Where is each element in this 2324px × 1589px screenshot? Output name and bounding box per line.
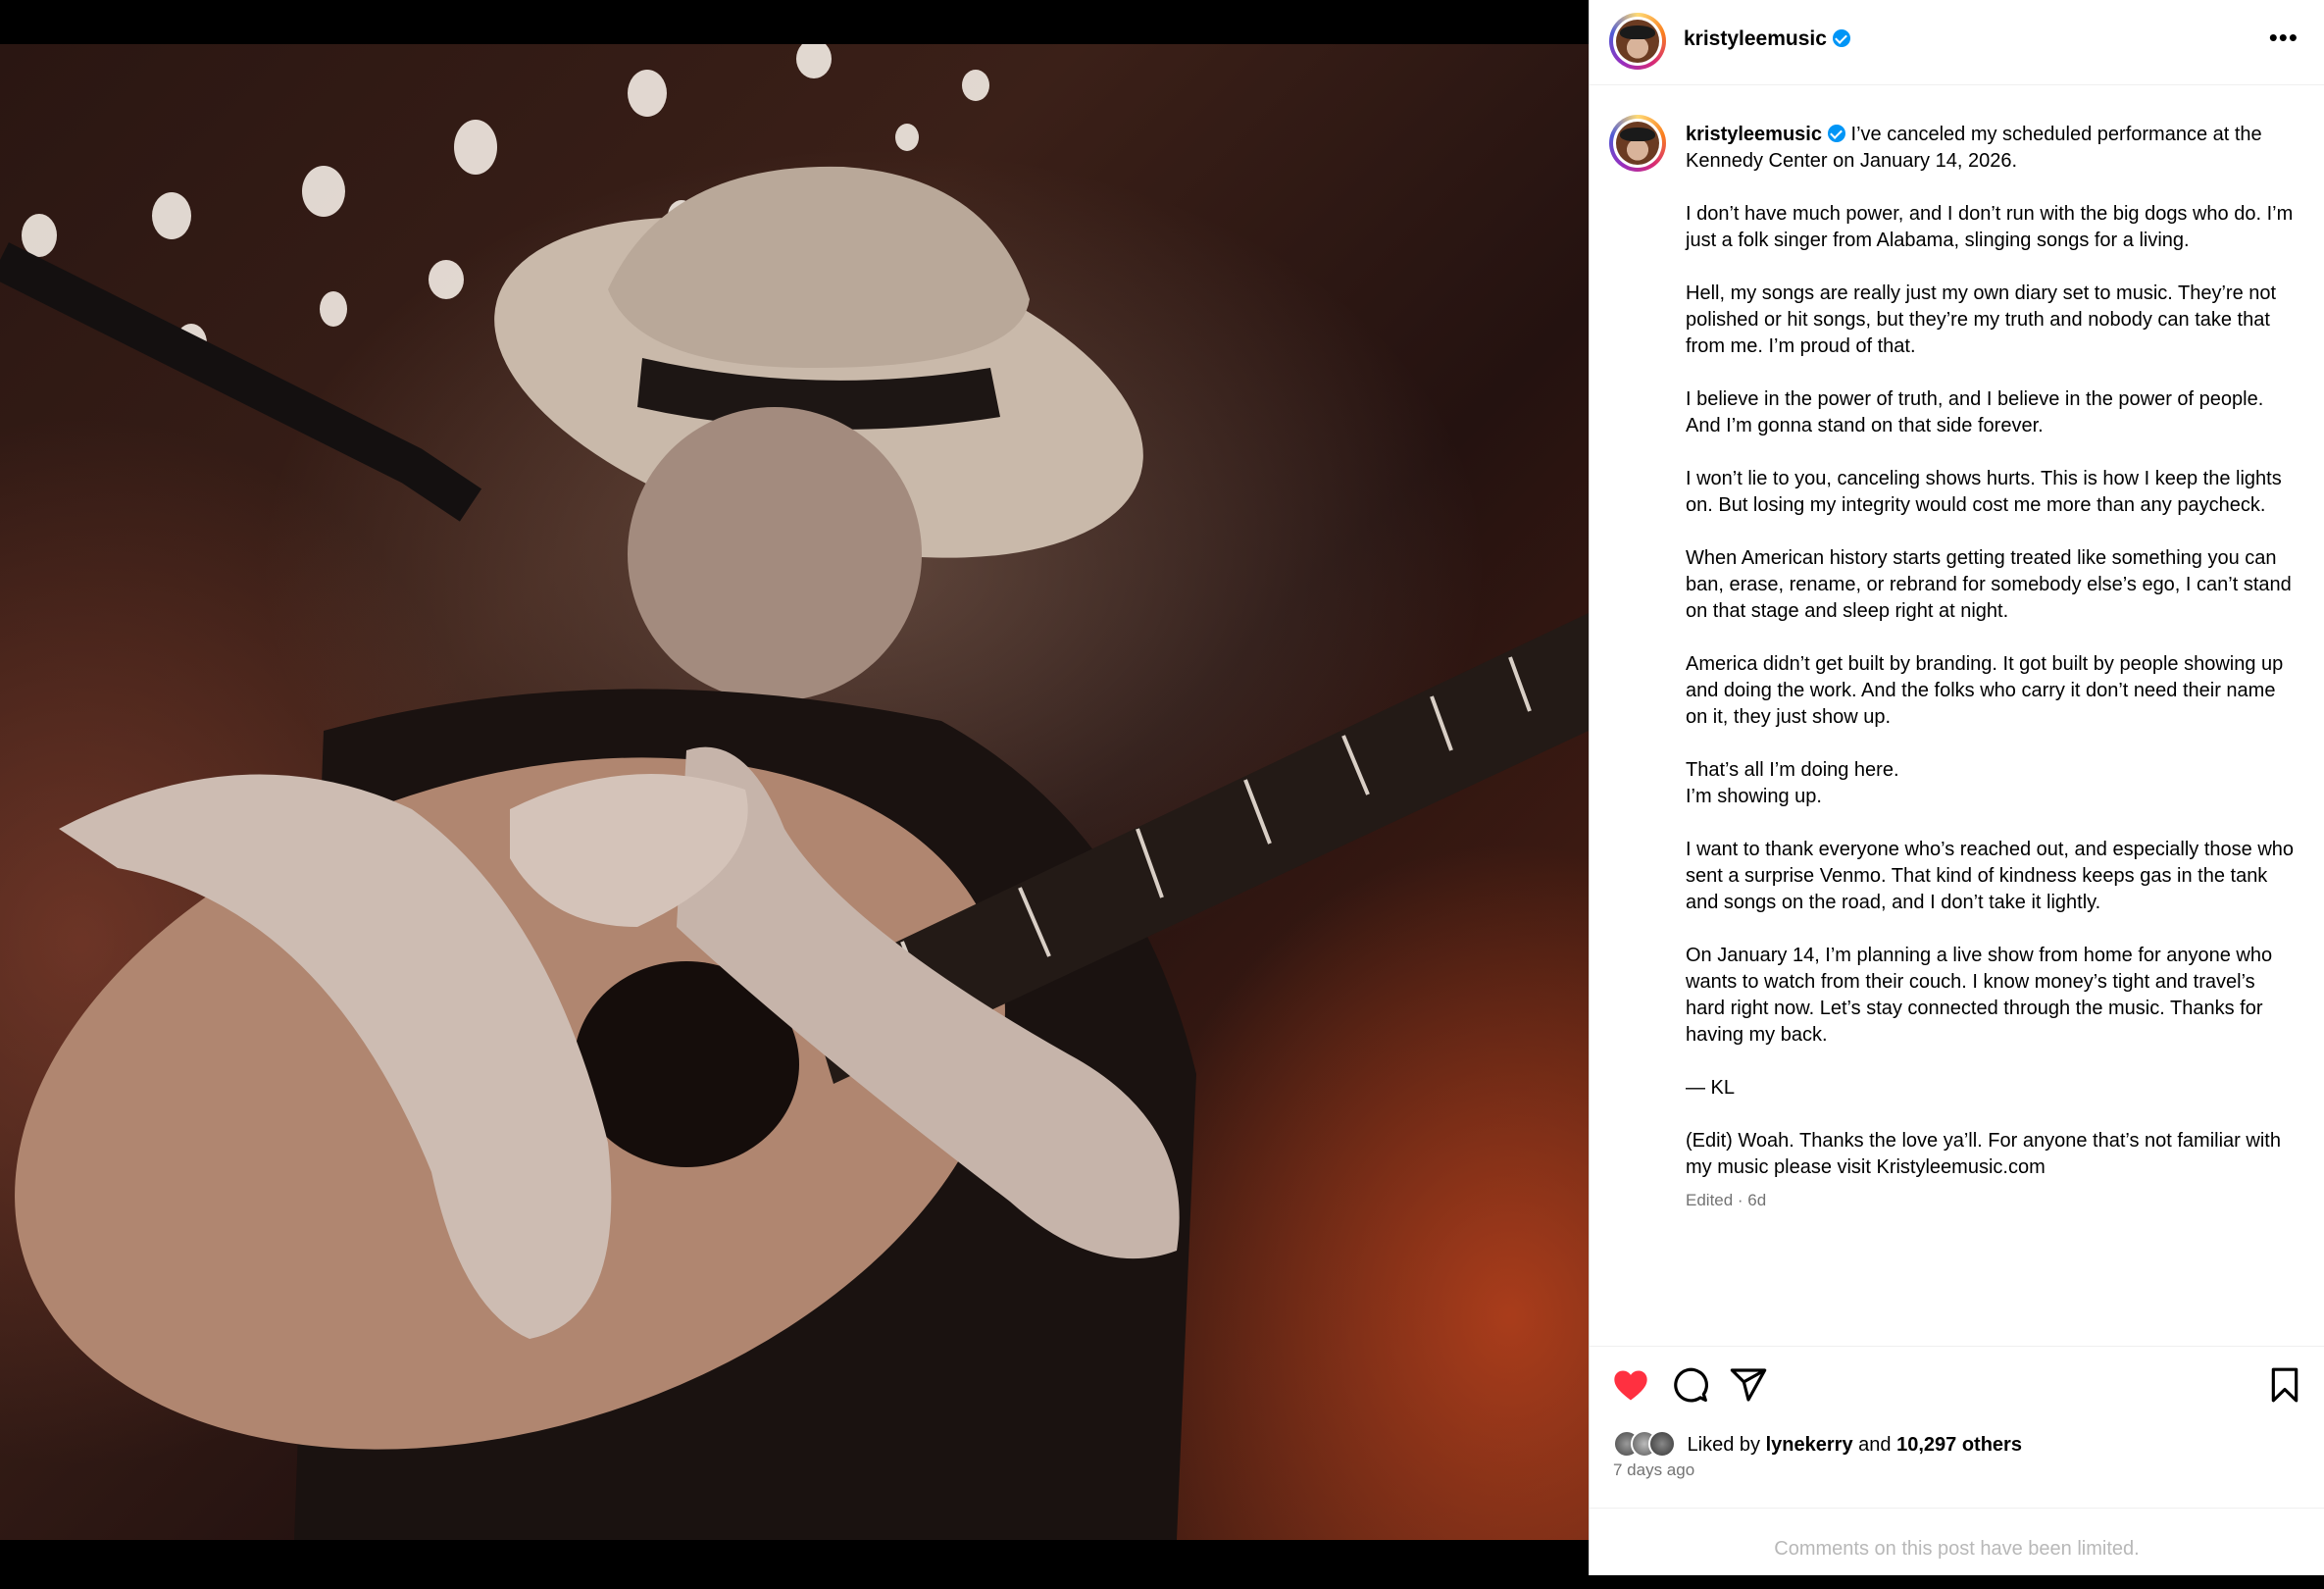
comment-icon[interactable] [1670,1365,1709,1405]
caption-paragraph: (Edit) Woah. Thanks the love ya’ll. For … [1686,1130,2281,1178]
post-actions: Liked by lynekerry and 10,297 others 7 d… [1590,1346,2324,1509]
more-options-icon[interactable]: ••• [2269,25,2299,50]
liker-avatar [1648,1430,1676,1458]
post-header: kristyleemusic ••• [1590,0,2324,85]
post-photo[interactable] [0,44,1589,1540]
caption-paragraph: I believe in the power of truth, and I b… [1686,388,2264,436]
verified-badge-icon [1827,125,1845,142]
post-side-panel: kristyleemusic ••• kristyleemusic I’ve c… [1589,0,2324,1575]
caption-paragraph: On January 14, I’m planning a live show … [1686,945,2273,1046]
caption-paragraph: — KL [1686,1077,1736,1099]
caption-username[interactable]: kristyleemusic [1686,124,1822,145]
post-caption: kristyleemusic I’ve canceled my schedule… [1686,122,2299,1213]
caption-paragraph: When American history starts getting tre… [1686,547,2292,622]
caption-paragraph: America didn’t get built by branding. It… [1686,653,2284,728]
post-date[interactable]: 7 days ago [1613,1461,1694,1480]
caption-paragraph: I want to thank everyone who’s reached o… [1686,839,2295,913]
comments-limited-notice: Comments on this post have been limited. [1590,1508,2324,1576]
caption-area: kristyleemusic I’ve canceled my schedule… [1590,85,2324,1345]
caption-author-avatar[interactable] [1609,115,1666,172]
caption-paragraph: I won’t lie to you, canceling shows hurt… [1686,468,2282,516]
caption-paragraph: Hell, my songs are really just my own di… [1686,282,2277,357]
liker-username[interactable]: lynekerry [1766,1434,1853,1456]
author-avatar[interactable] [1609,13,1666,70]
caption-paragraph: That’s all I’m doing here. I’m showing u… [1686,759,1899,807]
author-username[interactable]: kristyleemusic [1684,27,1850,51]
likes-summary[interactable]: Liked by lynekerry and 10,297 others [1613,1430,2022,1458]
share-icon[interactable] [1729,1365,1768,1405]
caption-meta[interactable]: Edited · 6d [1686,1187,2299,1213]
verified-badge-icon [1832,29,1850,47]
heart-icon[interactable] [1611,1365,1650,1405]
bookmark-icon[interactable] [2265,1365,2304,1405]
post-media[interactable] [0,0,1589,1575]
caption-paragraph: I don’t have much power, and I don’t run… [1686,203,2294,251]
photo-illustration [0,44,1589,1540]
likes-count[interactable]: 10,297 others [1896,1434,2022,1456]
